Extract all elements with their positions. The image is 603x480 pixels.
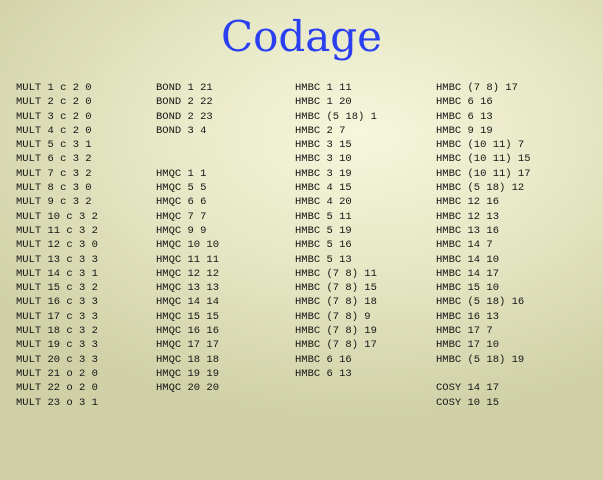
code-line: HMBC 12 16	[436, 196, 500, 209]
code-line: HMQC 9 9	[156, 224, 207, 237]
code-line: MULT 9 c 3 2	[16, 196, 92, 209]
code-line: HMBC 6 13	[295, 367, 352, 380]
code-line: HMBC 3 15	[295, 139, 352, 152]
code-line: MULT 22 o 2 0	[16, 382, 98, 395]
code-line: MULT 11 c 3 2	[16, 224, 98, 237]
code-line: MULT 15 c 3 2	[16, 282, 98, 295]
code-line: HMBC 3 19	[295, 167, 352, 180]
code-line: HMBC 16 13	[436, 310, 500, 323]
code-line: HMBC 5 13	[295, 253, 352, 266]
code-line: HMQC 13 13	[156, 282, 220, 295]
code-line: HMBC (7 8) 19	[295, 325, 377, 338]
code-line: MULT 12 c 3 0	[16, 239, 98, 252]
code-line: HMBC 1 20	[295, 96, 352, 109]
code-line: HMBC 4 20	[295, 196, 352, 209]
code-line: MULT 18 c 3 2	[16, 325, 98, 338]
code-line: HMQC 14 14	[156, 296, 220, 309]
code-line: MULT 17 c 3 3	[16, 310, 98, 323]
code-line: HMBC 1 11	[295, 82, 352, 94]
code-line: HMQC 15 15	[156, 310, 220, 323]
code-line: MULT 13 c 3 3	[16, 253, 98, 266]
code-line: HMBC 6 16	[295, 353, 352, 366]
code-line: HMQC 19 19	[156, 367, 220, 380]
code-line: HMQC 6 6	[156, 196, 207, 209]
slide-title: Codage	[220, 12, 383, 61]
code-line: HMQC 20 20	[156, 382, 220, 395]
mult-column: MULT 1 c 2 0 MULT 2 c 2 0 MULT 3 c 2 0 MULT…	[16, 81, 98, 410]
code-line: MULT 19 c 3 3	[16, 339, 98, 352]
code-line: MULT 21 o 2 0	[16, 367, 98, 380]
code-line: HMBC (5 18) 16	[436, 296, 525, 309]
code-line: HMBC (7 8) 17	[295, 339, 377, 352]
code-line: BOND 1 21	[156, 82, 213, 94]
code-line: HMQC 1 1	[156, 167, 207, 180]
code-line: HMQC 12 12	[156, 267, 220, 280]
code-line: HMBC 9 19	[436, 124, 493, 137]
code-line: MULT 7 c 3 2	[16, 167, 92, 180]
code-line: HMBC (7 8) 17	[436, 82, 518, 94]
code-line: HMBC 5 19	[295, 224, 352, 237]
code-line: HMBC 5 16	[295, 239, 352, 252]
code-line: HMBC (10 11) 17	[436, 167, 531, 180]
code-line: HMBC 15 10	[436, 282, 500, 295]
code-line: BOND 3 4	[156, 124, 207, 137]
code-line: BOND 2 23	[156, 110, 213, 123]
code-line: MULT 3 c 2 0	[16, 110, 92, 123]
code-line: HMBC (7 8) 15	[295, 282, 377, 295]
code-line: HMBC (10 11) 7	[436, 139, 525, 152]
hmbc-cosy-column: HMBC (7 8) 17 HMBC 6 16 HMBC 6 13 HMBC 9 19…	[436, 81, 531, 410]
code-line: HMBC 13 16	[436, 224, 500, 237]
code-line: MULT 1 c 2 0	[16, 82, 92, 94]
code-line: HMQC 18 18	[156, 353, 220, 366]
code-line: HMBC (7 8) 18	[295, 296, 377, 309]
code-line: HMBC 5 11	[295, 210, 352, 223]
code-line: MULT 14 c 3 1	[16, 267, 98, 280]
code-line: HMQC 16 16	[156, 325, 220, 338]
code-line: MULT 5 c 3 1	[16, 139, 92, 152]
code-line: HMBC (7 8) 9	[295, 310, 371, 323]
code-line: BOND 2 22	[156, 96, 213, 109]
code-line: HMBC (10 11) 15	[436, 153, 531, 166]
code-line: HMBC 12 13	[436, 210, 500, 223]
code-line: HMQC 7 7	[156, 210, 207, 223]
code-line: HMBC (5 18) 12	[436, 182, 525, 195]
code-line: HMBC 17 7	[436, 325, 493, 338]
code-line: HMQC 17 17	[156, 339, 220, 352]
code-line: MULT 23 o 3 1	[16, 396, 98, 409]
code-line: HMBC (5 18) 1	[295, 110, 377, 123]
code-line: HMBC 6 13	[436, 110, 493, 123]
code-line: HMBC 14 7	[436, 239, 493, 252]
code-line: HMQC 11 11	[156, 253, 220, 266]
code-line: HMQC 5 5	[156, 182, 207, 195]
code-line: HMBC 14 17	[436, 267, 500, 280]
code-line: MULT 6 c 3 2	[16, 153, 92, 166]
bond-hmqc-column: BOND 1 21 BOND 2 22 BOND 2 23 BOND 3 4 HMQC …	[156, 81, 219, 396]
code-line: HMQC 10 10	[156, 239, 220, 252]
code-line: COSY 10 15	[436, 396, 500, 409]
code-line: HMBC 2 7	[295, 124, 346, 137]
hmbc-column-1: HMBC 1 11 HMBC 1 20 HMBC (5 18) 1 HMBC 2 7 H…	[295, 81, 377, 381]
code-line: MULT 2 c 2 0	[16, 96, 92, 109]
code-line: HMBC 3 10	[295, 153, 352, 166]
code-line: MULT 20 c 3 3	[16, 353, 98, 366]
code-line: HMBC 14 10	[436, 253, 500, 266]
code-line: COSY 14 17	[436, 382, 500, 395]
code-line: MULT 8 c 3 0	[16, 182, 92, 195]
code-line: MULT 10 c 3 2	[16, 210, 98, 223]
code-line: HMBC (5 18) 19	[436, 353, 525, 366]
code-line: MULT 16 c 3 3	[16, 296, 98, 309]
code-line: HMBC 17 10	[436, 339, 500, 352]
code-line: HMBC 4 15	[295, 182, 352, 195]
code-line: MULT 4 c 2 0	[16, 124, 92, 137]
code-line: HMBC (7 8) 11	[295, 267, 377, 280]
code-line: HMBC 6 16	[436, 96, 493, 109]
